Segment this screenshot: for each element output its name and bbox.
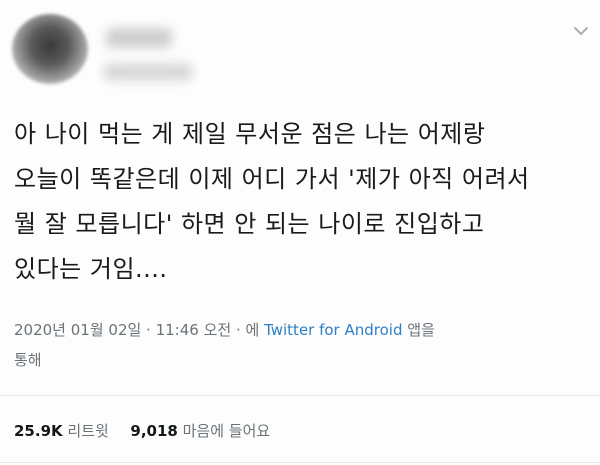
timestamp-line: 2020년 01월 02일 · 11:46 오전 · 에 Twitter for… — [14, 315, 588, 345]
client-suffix: 앱을 — [402, 321, 435, 339]
retweets-stat[interactable]: 25.9K 리트윗 — [14, 422, 114, 440]
client-link[interactable]: Twitter for Android — [264, 321, 402, 339]
likes-label: 마음에 들어요 — [182, 422, 271, 440]
tweet-metadata: 2020년 01월 02일 · 11:46 오전 · 에 Twitter for… — [14, 315, 588, 375]
engagement-stats: 25.9K 리트윗 9,018 마음에 들어요 — [14, 420, 270, 441]
tweet-text-line: 있다는 거임.... — [14, 255, 168, 283]
retweets-count: 25.9K — [14, 422, 63, 440]
tweet-card: 아 나이 먹는 게 제일 무서운 점은 나는 어제랑 오늘이 똑같은데 이제 어… — [0, 0, 600, 465]
tweet-text-line: 뭘 잘 모릅니다' 하면 안 되는 나이로 진입하고 — [14, 210, 485, 238]
divider — [0, 462, 600, 463]
likes-stat[interactable]: 9,018 마음에 들어요 — [130, 422, 270, 440]
username-blurred[interactable] — [104, 63, 192, 81]
timestamp[interactable]: 2020년 01월 02일 · 11:46 오전 · 에 — [14, 321, 264, 339]
tweet-text-line: 아 나이 먹는 게 제일 무서운 점은 나는 어제랑 — [14, 120, 486, 148]
tweet-text: 아 나이 먹는 게 제일 무서운 점은 나는 어제랑 오늘이 똑같은데 이제 어… — [14, 112, 588, 292]
likes-count: 9,018 — [130, 422, 178, 440]
display-name-blurred[interactable] — [106, 28, 172, 48]
retweets-label: 리트윗 — [67, 422, 109, 440]
tweet-text-line: 오늘이 똑같은데 이제 어디 가서 '제가 아직 어려서 — [14, 165, 530, 193]
tweet-header — [0, 0, 600, 100]
divider — [0, 395, 600, 396]
chevron-down-icon[interactable] — [572, 22, 590, 40]
client-suffix-line: 통해 — [14, 351, 42, 369]
avatar[interactable] — [12, 14, 88, 84]
